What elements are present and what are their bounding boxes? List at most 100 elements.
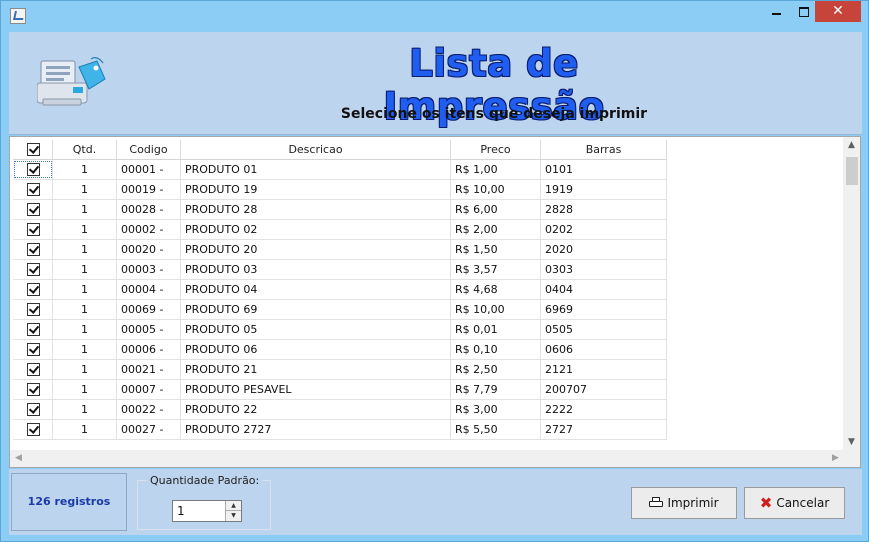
row-checkbox[interactable]: [27, 183, 40, 196]
row-checkbox[interactable]: [27, 223, 40, 236]
cell-qtd[interactable]: 1: [53, 360, 117, 379]
vertical-scroll-thumb[interactable]: [846, 157, 858, 185]
column-header-preco[interactable]: Preco: [451, 140, 541, 159]
cell-qtd[interactable]: 1: [53, 320, 117, 339]
cell-descricao[interactable]: PRODUTO 04: [181, 280, 451, 299]
row-checkbox[interactable]: [27, 383, 40, 396]
cell-qtd[interactable]: 1: [53, 160, 117, 179]
cell-codigo[interactable]: 00007 -: [117, 380, 181, 399]
row-checkbox[interactable]: [27, 403, 40, 416]
quantity-spinner[interactable]: ▲ ▼: [225, 501, 241, 521]
cell-preco[interactable]: R$ 10,00: [451, 180, 541, 199]
cell-codigo[interactable]: 00002 -: [117, 220, 181, 239]
row-checkbox[interactable]: [27, 243, 40, 256]
app-icon[interactable]: [10, 8, 26, 24]
column-header-qtd[interactable]: Qtd.: [53, 140, 117, 159]
table-row[interactable]: 1 00069 - PRODUTO 69 R$ 10,00 6969: [13, 300, 667, 320]
cell-select[interactable]: [13, 180, 53, 199]
cell-descricao[interactable]: PRODUTO PESAVEL: [181, 380, 451, 399]
table-row[interactable]: 1 00028 - PRODUTO 28 R$ 6,00 2828: [13, 200, 667, 220]
row-checkbox[interactable]: [27, 423, 40, 436]
cell-select[interactable]: [13, 320, 53, 339]
table-row[interactable]: 1 00022 - PRODUTO 22 R$ 3,00 2222: [13, 400, 667, 420]
row-checkbox[interactable]: [27, 323, 40, 336]
cell-qtd[interactable]: 1: [53, 200, 117, 219]
table-row[interactable]: 1 00005 - PRODUTO 05 R$ 0,01 0505: [13, 320, 667, 340]
cell-qtd[interactable]: 1: [53, 400, 117, 419]
scroll-right-icon[interactable]: ▶: [827, 450, 844, 467]
cell-select[interactable]: [13, 340, 53, 359]
cell-select[interactable]: [13, 380, 53, 399]
cell-descricao[interactable]: PRODUTO 03: [181, 260, 451, 279]
cell-barras[interactable]: 2727: [541, 420, 667, 439]
cell-codigo[interactable]: 00001 -: [117, 160, 181, 179]
cell-codigo[interactable]: 00028 -: [117, 200, 181, 219]
cell-qtd[interactable]: 1: [53, 260, 117, 279]
cell-select[interactable]: [13, 280, 53, 299]
row-checkbox[interactable]: [27, 363, 40, 376]
vertical-scrollbar[interactable]: ▲ ▼: [843, 137, 860, 451]
table-row[interactable]: 1 00007 - PRODUTO PESAVEL R$ 7,79 200707: [13, 380, 667, 400]
cell-select[interactable]: [13, 160, 53, 179]
maximize-button[interactable]: [790, 1, 818, 22]
cell-qtd[interactable]: 1: [53, 280, 117, 299]
column-header-barras[interactable]: Barras: [541, 140, 667, 159]
cancel-button[interactable]: ✖ Cancelar: [744, 487, 845, 519]
table-row[interactable]: 1 00020 - PRODUTO 20 R$ 1,50 2020: [13, 240, 667, 260]
cell-codigo[interactable]: 00019 -: [117, 180, 181, 199]
cell-codigo[interactable]: 00027 -: [117, 420, 181, 439]
cell-barras[interactable]: 2222: [541, 400, 667, 419]
cell-descricao[interactable]: PRODUTO 20: [181, 240, 451, 259]
cell-preco[interactable]: R$ 3,57: [451, 260, 541, 279]
cell-qtd[interactable]: 1: [53, 240, 117, 259]
cell-preco[interactable]: R$ 5,50: [451, 420, 541, 439]
default-quantity-stepper[interactable]: 1 ▲ ▼: [172, 500, 242, 522]
row-checkbox[interactable]: [27, 263, 40, 276]
cell-preco[interactable]: R$ 0,01: [451, 320, 541, 339]
cell-barras[interactable]: 200707: [541, 380, 667, 399]
column-header-descricao[interactable]: Descricao: [181, 140, 451, 159]
cell-descricao[interactable]: PRODUTO 02: [181, 220, 451, 239]
scroll-left-icon[interactable]: ◀: [10, 450, 27, 467]
cell-codigo[interactable]: 00021 -: [117, 360, 181, 379]
cell-barras[interactable]: 2020: [541, 240, 667, 259]
cell-descricao[interactable]: PRODUTO 28: [181, 200, 451, 219]
table-row[interactable]: 1 00004 - PRODUTO 04 R$ 4,68 0404: [13, 280, 667, 300]
scroll-down-icon[interactable]: ▼: [843, 434, 860, 451]
column-header-codigo[interactable]: Codigo: [117, 140, 181, 159]
cell-barras[interactable]: 2828: [541, 200, 667, 219]
cell-barras[interactable]: 0303: [541, 260, 667, 279]
cell-qtd[interactable]: 1: [53, 180, 117, 199]
cell-barras[interactable]: 1919: [541, 180, 667, 199]
cell-select[interactable]: [13, 300, 53, 319]
horizontal-scrollbar[interactable]: ◀ ▶: [10, 450, 844, 467]
cell-qtd[interactable]: 1: [53, 300, 117, 319]
row-checkbox[interactable]: [27, 283, 40, 296]
cell-preco[interactable]: R$ 4,68: [451, 280, 541, 299]
cell-descricao[interactable]: PRODUTO 21: [181, 360, 451, 379]
items-grid[interactable]: Qtd. Codigo Descricao Preco Barras 1 0000…: [9, 136, 861, 468]
cell-preco[interactable]: R$ 6,00: [451, 200, 541, 219]
cell-barras[interactable]: 0101: [541, 160, 667, 179]
row-checkbox[interactable]: [27, 303, 40, 316]
cell-barras[interactable]: 0404: [541, 280, 667, 299]
table-row[interactable]: 1 00027 - PRODUTO 2727 R$ 5,50 2727: [13, 420, 667, 440]
row-checkbox[interactable]: [27, 343, 40, 356]
table-row[interactable]: 1 00019 - PRODUTO 19 R$ 10,00 1919: [13, 180, 667, 200]
cell-barras[interactable]: 2121: [541, 360, 667, 379]
cell-qtd[interactable]: 1: [53, 220, 117, 239]
cell-codigo[interactable]: 00020 -: [117, 240, 181, 259]
scroll-up-icon[interactable]: ▲: [843, 137, 860, 154]
cell-preco[interactable]: R$ 0,10: [451, 340, 541, 359]
cell-select[interactable]: [13, 360, 53, 379]
table-row[interactable]: 1 00001 - PRODUTO 01 R$ 1,00 0101: [13, 160, 667, 180]
cell-select[interactable]: [13, 400, 53, 419]
spin-down-icon[interactable]: ▼: [226, 511, 241, 521]
select-all-header[interactable]: [13, 140, 53, 159]
minimize-button[interactable]: [762, 1, 790, 22]
cell-preco[interactable]: R$ 2,00: [451, 220, 541, 239]
cell-select[interactable]: [13, 260, 53, 279]
cell-descricao[interactable]: PRODUTO 22: [181, 400, 451, 419]
cell-select[interactable]: [13, 420, 53, 439]
cell-barras[interactable]: 6969: [541, 300, 667, 319]
